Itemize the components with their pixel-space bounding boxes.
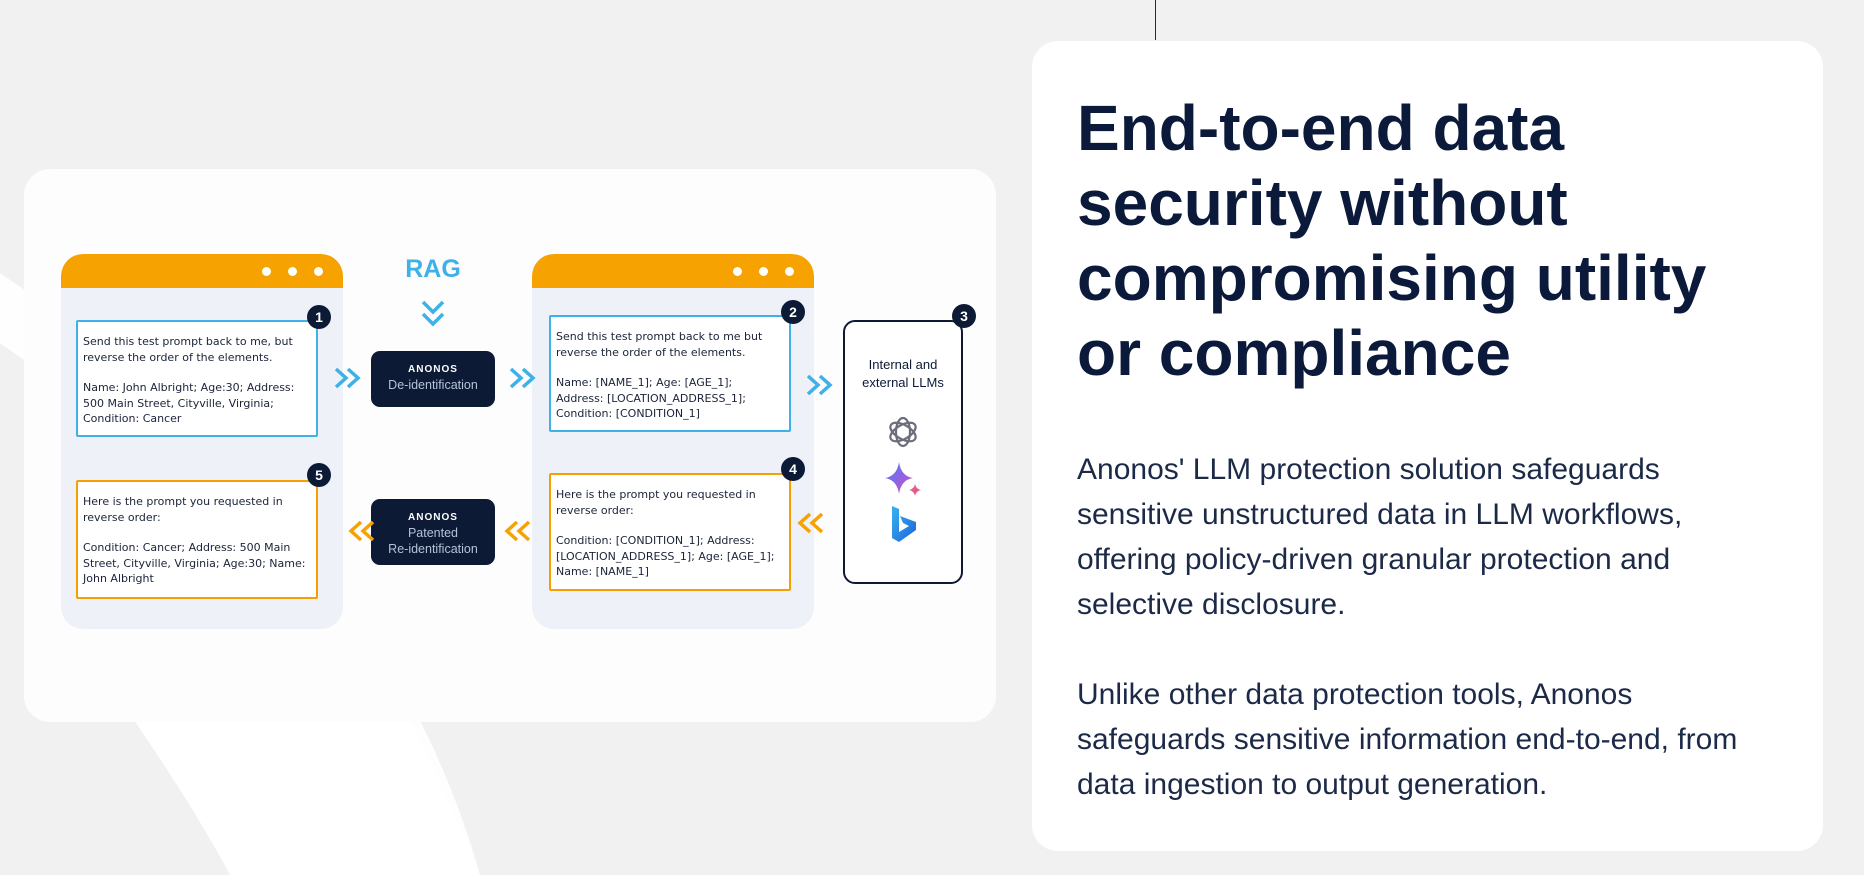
intro-paragraph: Anonos' LLM protection solution safeguar… bbox=[1077, 453, 1683, 621]
de-identification-box: ANONOS De-identification bbox=[371, 351, 495, 407]
prompt-message: Send this test prompt back to me, but re… bbox=[76, 320, 318, 437]
re-identification-box: ANONOS Patented Re-identification bbox=[371, 499, 495, 565]
double-chevron-left-icon bbox=[348, 520, 375, 542]
anonymized-instruction: Send this test prompt back to me but rev… bbox=[556, 330, 763, 359]
chevron-down-icon bbox=[421, 300, 445, 327]
step-badge-3: 3 bbox=[952, 304, 976, 328]
bing-icon bbox=[892, 506, 916, 542]
step-badge-1: 1 bbox=[307, 305, 331, 329]
window-dot bbox=[262, 267, 271, 276]
step-badge-4: 4 bbox=[781, 457, 805, 481]
gemini-icon bbox=[885, 462, 921, 496]
comparison-paragraph: Unlike other data protection tools, Anon… bbox=[1077, 678, 1738, 801]
window-dot bbox=[785, 267, 794, 276]
diagram-card: Send this test prompt back to me, but re… bbox=[24, 169, 996, 722]
llm-box: Internal and external LLMs bbox=[843, 320, 963, 584]
llm-label: Internal and external LLMs bbox=[862, 357, 944, 390]
re-identification-label: Patented Re-identification bbox=[388, 526, 478, 556]
user-browser-window: Send this test prompt back to me, but re… bbox=[61, 254, 343, 629]
double-chevron-right-icon bbox=[509, 367, 536, 389]
de-identification-label: De-identification bbox=[388, 378, 478, 392]
window-dot bbox=[733, 267, 742, 276]
double-chevron-left-icon bbox=[797, 512, 824, 534]
rag-label: RAG bbox=[405, 255, 461, 283]
step-badge-5: 5 bbox=[307, 463, 331, 487]
anonos-logo: ANONOS bbox=[408, 512, 458, 523]
window-dot bbox=[314, 267, 323, 276]
browser-titlebar bbox=[61, 254, 343, 288]
double-chevron-right-icon bbox=[806, 374, 833, 396]
final-response-message: Here is the prompt you requested in reve… bbox=[76, 480, 318, 599]
top-divider-line bbox=[1155, 0, 1156, 40]
llm-response-intro: Here is the prompt you requested in reve… bbox=[556, 488, 756, 517]
window-dot bbox=[759, 267, 768, 276]
llm-response-details: Condition: [CONDITION_1]; Address: [LOCA… bbox=[556, 534, 775, 578]
prompt-details: Name: John Albright; Age:30; Address: 50… bbox=[83, 381, 295, 425]
response-intro: Here is the prompt you requested in reve… bbox=[83, 495, 283, 524]
response-details: Condition: Cancer; Address: 500 Main Str… bbox=[83, 541, 306, 585]
section-headline: End-to-end data security without comprom… bbox=[1077, 92, 1707, 389]
anonymized-prompt-message: Send this test prompt back to me but rev… bbox=[549, 315, 791, 432]
browser-titlebar bbox=[532, 254, 814, 288]
double-chevron-right-icon bbox=[334, 367, 361, 389]
anonos-logo: ANONOS bbox=[408, 364, 458, 375]
openai-icon bbox=[889, 416, 917, 448]
step-badge-2: 2 bbox=[781, 300, 805, 324]
anonymized-browser-window: Send this test prompt back to me but rev… bbox=[532, 254, 814, 629]
llm-response-message: Here is the prompt you requested in reve… bbox=[549, 473, 791, 591]
window-dot bbox=[288, 267, 297, 276]
double-chevron-left-icon bbox=[504, 520, 531, 542]
anonymized-details: Name: [NAME_1]; Age: [AGE_1]; Address: [… bbox=[556, 376, 746, 420]
content-card: End-to-end data security without comprom… bbox=[1032, 41, 1823, 851]
prompt-instruction: Send this test prompt back to me, but re… bbox=[83, 335, 293, 364]
